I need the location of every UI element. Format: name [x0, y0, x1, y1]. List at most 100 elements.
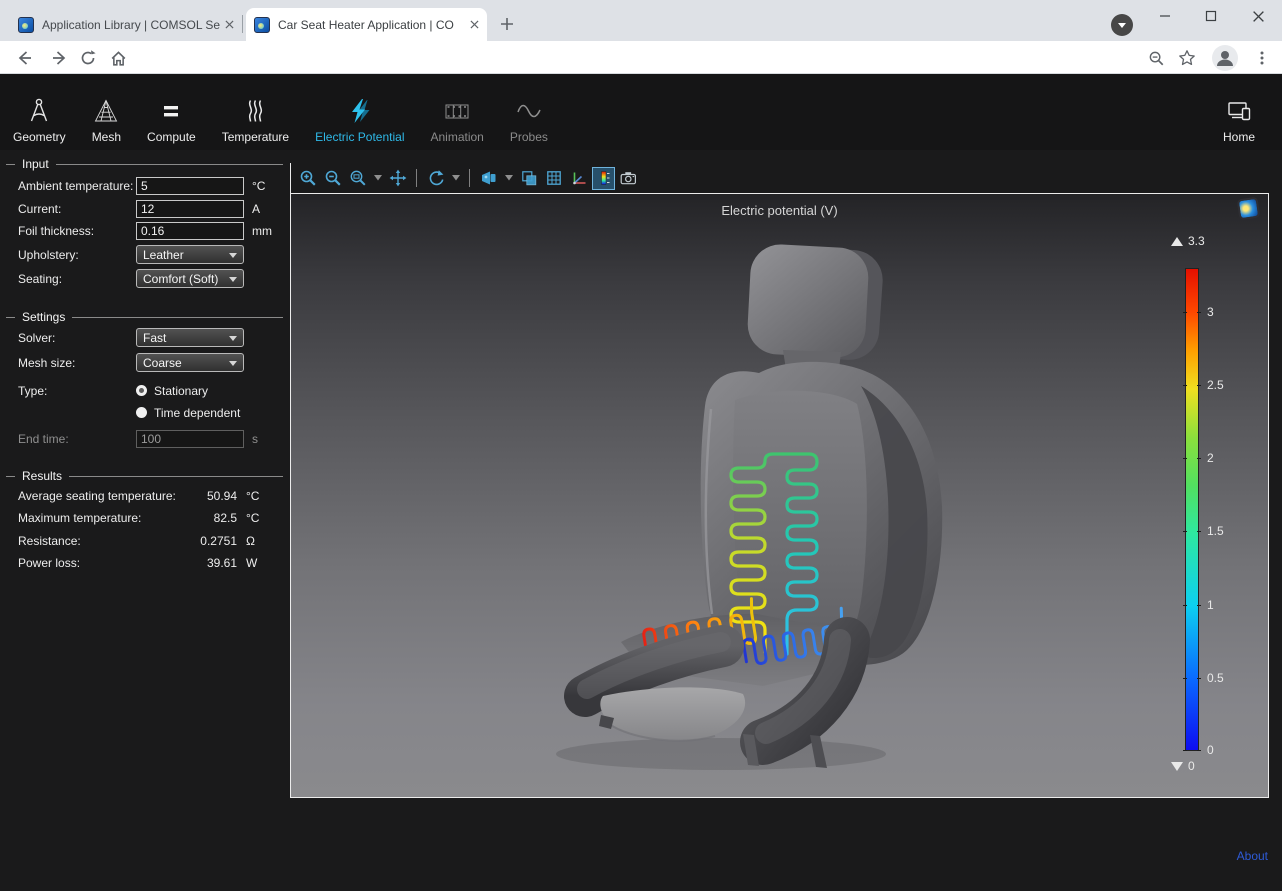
seating-select[interactable]: Comfort (Soft): [136, 269, 244, 288]
browser-home-button[interactable]: [104, 44, 132, 72]
axes-orientation-button[interactable]: [567, 167, 590, 190]
current-row: Current: A: [18, 199, 278, 218]
section-title: Input: [22, 157, 49, 171]
close-icon: [1252, 10, 1265, 23]
reload-button[interactable]: [74, 44, 102, 72]
ribbon-item-geometry[interactable]: Geometry: [0, 82, 79, 144]
divider: [6, 476, 15, 477]
ribbon-label: Compute: [147, 130, 196, 144]
new-tab-button[interactable]: [497, 14, 517, 39]
ribbon-item-electric-potential[interactable]: Electric Potential: [302, 82, 417, 144]
zoom-out-button[interactable]: [321, 167, 344, 190]
colorbar-tick: 2: [1183, 458, 1201, 459]
page-zoom-button[interactable]: [1142, 44, 1170, 72]
colorbar-tick: 1.5: [1183, 531, 1201, 532]
ribbon-label: Probes: [510, 130, 548, 144]
end-time-input: [136, 430, 244, 448]
foil-thickness-input[interactable]: [136, 222, 244, 240]
back-button[interactable]: [10, 44, 38, 72]
tab-search-button[interactable]: [1111, 14, 1133, 36]
zoom-in-icon: [299, 169, 317, 187]
field-unit: mm: [252, 224, 272, 238]
solver-row: Solver: Fast: [18, 328, 278, 347]
rotate-dropdown[interactable]: [449, 167, 462, 190]
forward-icon: [51, 49, 69, 67]
tab-application-library[interactable]: Application Library | COMSOL Se: [10, 8, 242, 41]
mesh-size-select[interactable]: Coarse: [136, 353, 244, 372]
input-sidebar: Input Ambient temperature: °C Current: A…: [0, 150, 288, 891]
plot-canvas[interactable]: Electric potential (V): [290, 193, 1269, 798]
scene-light-dropdown[interactable]: [502, 167, 515, 190]
ribbon-item-compute[interactable]: Compute: [134, 82, 209, 144]
sine-wave-icon: [515, 97, 543, 125]
screenshot-button[interactable]: [617, 167, 640, 190]
color-legend-icon: [595, 169, 613, 187]
colorbar-min-marker: 0: [1171, 759, 1195, 773]
zoom-extents-button[interactable]: [386, 167, 409, 190]
scene-light-button[interactable]: [477, 167, 500, 190]
min-value: 0: [1188, 759, 1195, 773]
radio-stationary[interactable]: [136, 385, 147, 396]
selected-value: Leather: [143, 248, 184, 262]
upholstery-select[interactable]: Leather: [136, 245, 244, 264]
color-legend-button[interactable]: [592, 167, 615, 190]
seating-row: Seating: Comfort (Soft): [18, 269, 278, 288]
forward-button[interactable]: [46, 44, 74, 72]
rotate-view-button[interactable]: [424, 167, 447, 190]
field-label: Type:: [18, 384, 136, 398]
result-unit: Ω: [246, 534, 270, 548]
close-tab-icon[interactable]: [470, 20, 479, 29]
about-link[interactable]: About: [1237, 849, 1268, 863]
maximize-button[interactable]: [1196, 4, 1226, 28]
ambient-temperature-input[interactable]: [136, 177, 244, 195]
result-label: Maximum temperature:: [18, 511, 179, 525]
ribbon-item-home[interactable]: Home: [1210, 82, 1268, 144]
maximize-icon: [1205, 10, 1217, 22]
result-label: Average seating temperature:: [18, 489, 179, 503]
minimize-button[interactable]: [1150, 4, 1180, 28]
zoom-in-button[interactable]: [296, 167, 319, 190]
field-label: Seating:: [18, 272, 136, 286]
grid-button[interactable]: [542, 167, 565, 190]
zoom-box-button[interactable]: [346, 167, 369, 190]
menu-kebab-icon: [1254, 50, 1270, 66]
max-value: 3.3: [1188, 234, 1205, 248]
heat-waves-icon: [241, 97, 269, 125]
chevron-down-icon: [1117, 22, 1127, 29]
bookmark-star-icon: [1178, 49, 1196, 67]
page-zoom-icon: [1148, 50, 1165, 67]
tab-title: Application Library | COMSOL Se: [42, 18, 225, 32]
lightning-bolt-icon: [346, 97, 374, 125]
zoom-box-dropdown[interactable]: [371, 167, 384, 190]
colorbar-tick: 3: [1183, 312, 1201, 313]
ribbon-item-temperature[interactable]: Temperature: [209, 82, 302, 144]
close-window-button[interactable]: [1243, 4, 1273, 28]
ribbon-label: Animation: [430, 130, 483, 144]
bookmark-button[interactable]: [1173, 44, 1201, 72]
upholstery-row: Upholstery: Leather: [18, 245, 278, 264]
selected-value: Coarse: [143, 356, 182, 370]
section-header-input: Input: [6, 157, 283, 171]
field-label: Foil thickness:: [18, 224, 136, 238]
comsol-favicon: [254, 17, 270, 33]
colorbar-tick: 0: [1183, 750, 1201, 751]
tab-car-seat-heater[interactable]: Car Seat Heater Application | CO: [246, 8, 487, 41]
result-row: Average seating temperature: 50.94 °C: [18, 487, 270, 505]
transparency-button[interactable]: [517, 167, 540, 190]
field-unit: s: [252, 432, 258, 446]
ribbon-item-mesh[interactable]: Mesh: [79, 82, 134, 144]
close-tab-icon[interactable]: [225, 20, 234, 29]
solver-select[interactable]: Fast: [136, 328, 244, 347]
type-row-stationary: Type: Stationary: [18, 381, 278, 400]
result-unit: W: [246, 556, 270, 570]
car-seat-3d-model: [291, 194, 1270, 799]
browser-menu-button[interactable]: [1248, 44, 1276, 72]
profile-button[interactable]: [1211, 44, 1239, 72]
radio-time-dependent[interactable]: [136, 407, 147, 418]
mesh-size-row: Mesh size: Coarse: [18, 353, 278, 372]
equals-icon: [157, 97, 185, 125]
result-row: Power loss: 39.61 W: [18, 554, 270, 572]
ribbon-label: Home: [1223, 130, 1255, 144]
current-input[interactable]: [136, 200, 244, 218]
section-header-settings: Settings: [6, 310, 283, 324]
